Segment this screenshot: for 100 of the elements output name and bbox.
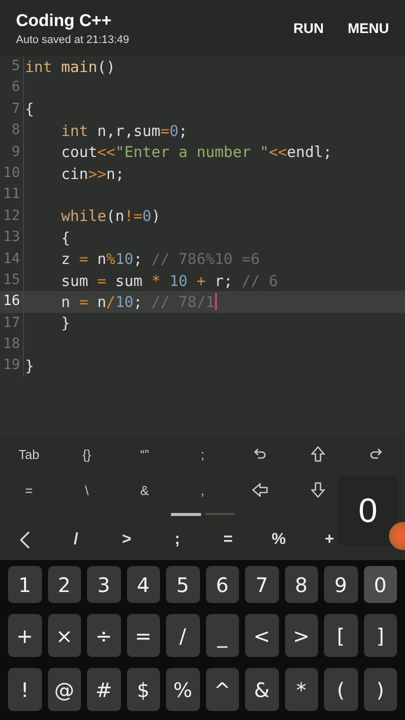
extra-key[interactable]: ;	[192, 441, 214, 467]
code-token: >>	[88, 164, 106, 183]
code-token: cout	[60, 143, 98, 162]
code-token: endl;	[286, 143, 332, 162]
code-token: )	[151, 207, 160, 226]
code-token: !=	[124, 207, 142, 226]
keyboard-key[interactable]: [	[324, 614, 358, 657]
keyboard-key[interactable]: &	[245, 668, 278, 711]
code-token: n	[96, 292, 106, 311]
redo-icon	[369, 447, 384, 461]
keyboard-key[interactable]: 7	[245, 566, 278, 603]
line-number: 5	[0, 56, 24, 78]
keyboard-key[interactable]: !	[8, 668, 42, 711]
keyboard-key[interactable]: )	[364, 668, 397, 711]
undo-icon	[253, 447, 268, 461]
keyboard-key[interactable]: 9	[324, 566, 358, 603]
down-arrow-icon	[311, 482, 326, 498]
keyboard-key[interactable]: #	[87, 668, 120, 711]
code-token: z	[60, 250, 72, 268]
chevron-left-icon	[19, 530, 32, 550]
keyboard-key[interactable]: ÷	[87, 614, 120, 657]
up-arrow-icon	[311, 446, 326, 462]
keyboard-key[interactable]: @	[48, 668, 81, 711]
code-token: main	[60, 58, 98, 76]
keyboard-key[interactable]: >	[284, 614, 318, 657]
run-button[interactable]: RUN	[285, 14, 332, 42]
keyboard-key[interactable]: 0	[364, 566, 397, 603]
line-number: 12	[0, 206, 24, 228]
line-number: 8	[0, 120, 24, 142]
code-token: 10	[168, 272, 188, 290]
code-token: (n	[106, 207, 124, 226]
code-token: }	[25, 357, 34, 376]
keyboard-key[interactable]: (	[324, 668, 358, 711]
code-token: r;	[214, 272, 233, 290]
code-token: int	[25, 58, 52, 76]
line-number: 11	[0, 184, 24, 206]
line-number: 7	[0, 98, 24, 120]
line-number: 16	[0, 291, 24, 313]
keyboard-key[interactable]: ×	[48, 614, 81, 657]
keyboard-key[interactable]: 8	[284, 566, 318, 603]
code-token: *	[151, 272, 160, 290]
menu-button[interactable]: MENU	[340, 14, 397, 42]
code-token: {	[25, 100, 34, 118]
symbol-key[interactable]: %	[268, 525, 289, 555]
code-token: <<	[268, 143, 287, 162]
extra-key[interactable]: =	[18, 477, 40, 503]
keyboard-key[interactable]: =	[126, 614, 160, 657]
keyboard-key[interactable]: $	[126, 668, 160, 711]
extra-key[interactable]: Tab	[18, 441, 40, 467]
keyboard-key[interactable]: 2	[48, 566, 81, 603]
extra-key[interactable]: {}	[76, 441, 98, 467]
code-token: n	[60, 292, 72, 311]
line-number: 19	[0, 355, 24, 377]
code-token: sum	[60, 272, 90, 290]
keyboard-key[interactable]: 3	[87, 566, 120, 603]
key-preview: 0	[339, 476, 397, 546]
keyboard-key[interactable]: /	[166, 614, 200, 657]
code-token: int	[60, 122, 88, 140]
extra-key[interactable]: ,	[192, 477, 214, 503]
keyboard-key[interactable]: 5	[166, 566, 200, 603]
keyboard-key[interactable]: ]	[364, 614, 397, 657]
code-token: /	[106, 292, 116, 311]
code-token: %	[106, 250, 116, 268]
keyboard-key[interactable]: <	[245, 614, 278, 657]
extra-key[interactable]: \	[76, 477, 98, 503]
code-token: ;	[133, 292, 142, 311]
keyboard-key[interactable]: 6	[206, 566, 239, 603]
line-number: 9	[0, 142, 24, 163]
app-title: Coding C++	[16, 10, 112, 30]
text-cursor	[214, 293, 217, 310]
code-token: n,r,sum	[96, 122, 160, 140]
autosave-status: Auto saved at 21:13:49	[16, 34, 130, 46]
code-token: n;	[106, 164, 124, 183]
line-number: 10	[0, 162, 24, 184]
extra-key[interactable]: “”	[134, 441, 156, 467]
left-arrow-icon	[252, 483, 268, 497]
code-token: {	[60, 228, 70, 247]
extra-key[interactable]: &	[134, 477, 156, 503]
code-token: sum	[114, 272, 144, 290]
code-token: 0	[142, 207, 152, 226]
symbol-key[interactable]: /	[66, 525, 86, 555]
keyboard-key[interactable]: *	[284, 668, 318, 711]
symbol-key[interactable]: +	[319, 525, 340, 555]
code-token: // 6	[240, 272, 278, 290]
code-token: 10	[115, 250, 134, 268]
keyboard-key[interactable]: _	[206, 614, 239, 657]
symbol-key[interactable]: ;	[167, 525, 188, 555]
symbol-key[interactable]: >	[116, 525, 137, 555]
keyboard-key[interactable]: +	[8, 614, 42, 657]
code-token: 0	[170, 122, 179, 140]
code-token: +	[196, 272, 206, 290]
keyboard-key[interactable]: 1	[8, 566, 42, 603]
code-token: }	[60, 314, 70, 332]
line-number: 18	[0, 334, 24, 356]
symbol-key[interactable]: =	[218, 525, 238, 555]
code-token: n	[96, 250, 106, 268]
code-token: cin	[60, 164, 88, 183]
keyboard-key[interactable]: %	[166, 668, 200, 711]
keyboard-key[interactable]: ^	[206, 668, 239, 711]
keyboard-key[interactable]: 4	[126, 566, 160, 603]
